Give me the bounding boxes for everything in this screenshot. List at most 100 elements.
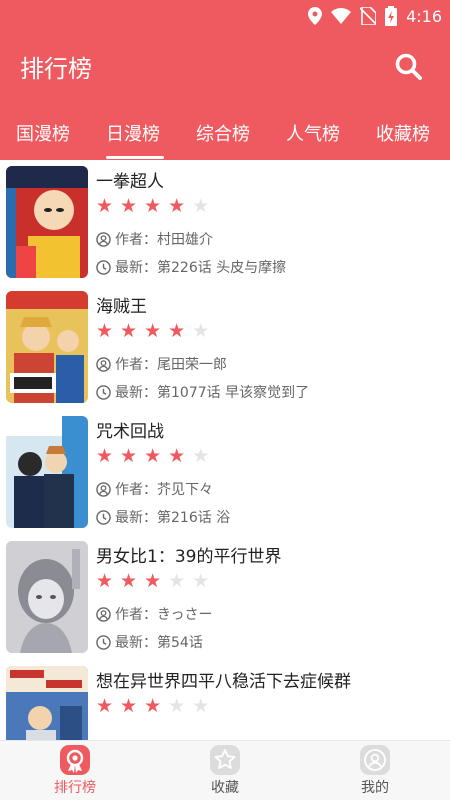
clock-icon: [96, 259, 111, 275]
star-empty-icon: ★: [192, 445, 210, 467]
wifi-icon: [331, 8, 352, 24]
comic-item[interactable]: 想在异世界四平八稳活下去症候群 ★ ★ ★ ★ ★: [0, 660, 450, 740]
tab-shoucang[interactable]: 收藏榜: [376, 120, 430, 146]
comic-item[interactable]: 一拳超人 ★ ★ ★ ★ ★ 作者： 村田雄介 最新： 第226话 头皮与摩擦: [0, 160, 450, 285]
comic-author: 作者： きっさー: [96, 604, 212, 624]
star-filled-icon: ★: [120, 320, 138, 342]
comic-item[interactable]: 咒术回战 ★ ★ ★ ★ ★ 作者： 芥见下々 最新： 第216话 浴: [0, 410, 450, 535]
comic-item[interactable]: 海贼王 ★ ★ ★ ★ ★ 作者： 尾田荣一郎 最新： 第1077话 早该察觉到…: [0, 285, 450, 410]
comic-title[interactable]: 海贼王: [96, 292, 147, 317]
star-empty-icon: ★: [168, 570, 186, 592]
nav-ranking[interactable]: 排行榜: [0, 741, 150, 800]
clock-icon: [96, 634, 111, 650]
user-icon: [360, 745, 390, 775]
star-empty-icon: ★: [168, 695, 186, 717]
star-filled-icon: ★: [144, 570, 162, 592]
author-name: きっさー: [157, 607, 213, 623]
nav-favorites[interactable]: 收藏: [150, 741, 300, 800]
rating-stars: ★ ★ ★ ★ ★: [96, 569, 209, 593]
star-filled-icon: ★: [144, 695, 162, 717]
latest-chapter: 第226话 头皮与摩擦: [157, 260, 287, 276]
star-empty-icon: ★: [192, 195, 210, 217]
latest-prefix: 最新：: [115, 635, 157, 651]
status-bar: 4:16: [0, 0, 450, 32]
category-tabs: 国漫榜 日漫榜 综合榜 人气榜 收藏榜: [0, 102, 450, 160]
comic-author: 作者： 尾田荣一郎: [96, 354, 227, 374]
search-button[interactable]: [394, 52, 424, 82]
comic-item[interactable]: 男女比1：39的平行世界 ★ ★ ★ ★ ★ 作者： きっさー 最新： 第54话: [0, 535, 450, 660]
clock-icon: [96, 509, 111, 525]
status-time: 4:16: [406, 6, 442, 26]
latest-chapter: 第1077话 早该察觉到了: [157, 385, 310, 401]
nav-label: 排行榜: [54, 780, 96, 796]
comic-author: 作者： 芥见下々: [96, 479, 213, 499]
user-circle-icon: [96, 481, 111, 497]
clock-icon: [96, 384, 111, 400]
comic-title[interactable]: 咒术回战: [96, 417, 164, 442]
author-prefix: 作者：: [115, 232, 157, 248]
battery-charging-icon: [385, 6, 398, 26]
comic-cover[interactable]: [6, 291, 88, 403]
user-circle-icon: [96, 231, 111, 247]
comic-author: 作者： 村田雄介: [96, 229, 213, 249]
comic-cover[interactable]: [6, 666, 88, 740]
latest-chapter: 第54话: [157, 635, 203, 651]
star-empty-icon: ★: [192, 695, 210, 717]
star-filled-icon: ★: [96, 320, 114, 342]
nav-label: 我的: [361, 780, 389, 796]
comic-title[interactable]: 男女比1：39的平行世界: [96, 542, 281, 567]
star-filled-icon: ★: [168, 320, 186, 342]
comic-cover[interactable]: [6, 416, 88, 528]
star-filled-icon: ★: [96, 570, 114, 592]
rating-stars: ★ ★ ★ ★ ★: [96, 694, 209, 718]
star-filled-icon: ★: [144, 320, 162, 342]
latest-prefix: 最新：: [115, 510, 157, 526]
star-empty-icon: ★: [192, 570, 210, 592]
star-filled-icon: ★: [96, 445, 114, 467]
comic-title[interactable]: 想在异世界四平八稳活下去症候群: [96, 667, 351, 692]
rating-stars: ★ ★ ★ ★ ★: [96, 194, 209, 218]
tab-riman[interactable]: 日漫榜: [106, 120, 160, 146]
nav-profile[interactable]: 我的: [300, 741, 450, 800]
comic-cover[interactable]: [6, 541, 88, 653]
user-circle-icon: [96, 606, 111, 622]
search-icon: [395, 53, 422, 80]
latest-prefix: 最新：: [115, 385, 157, 401]
author-prefix: 作者：: [115, 607, 157, 623]
star-filled-icon: ★: [120, 445, 138, 467]
comic-cover[interactable]: [6, 166, 88, 278]
star-filled-icon: ★: [120, 695, 138, 717]
star-filled-icon: ★: [144, 195, 162, 217]
latest-prefix: 最新：: [115, 260, 157, 276]
comic-latest: 最新： 第226话 头皮与摩擦: [96, 257, 286, 277]
star-filled-icon: ★: [168, 445, 186, 467]
star-filled-icon: ★: [120, 195, 138, 217]
comic-list[interactable]: 一拳超人 ★ ★ ★ ★ ★ 作者： 村田雄介 最新： 第226话 头皮与摩擦: [0, 160, 450, 740]
status-icons: 4:16: [308, 5, 442, 27]
user-circle-icon: [96, 356, 111, 372]
author-prefix: 作者：: [115, 482, 157, 498]
rating-stars: ★ ★ ★ ★ ★: [96, 444, 209, 468]
star-empty-icon: ★: [192, 320, 210, 342]
tab-zonghe[interactable]: 综合榜: [196, 120, 250, 146]
tab-guoman[interactable]: 国漫榜: [16, 120, 70, 146]
no-sim-icon: [360, 7, 377, 25]
star-filled-icon: ★: [120, 570, 138, 592]
comic-title[interactable]: 一拳超人: [96, 167, 164, 192]
bottom-nav: 排行榜 收藏 我的: [0, 740, 450, 800]
star-filled-icon: ★: [144, 445, 162, 467]
page-title: 排行榜: [20, 55, 92, 83]
comic-latest: 最新： 第54话: [96, 632, 203, 652]
tab-active-indicator: [106, 156, 164, 159]
app-bar: 排行榜: [0, 32, 450, 102]
location-icon: [308, 7, 323, 25]
comic-latest: 最新： 第216话 浴: [96, 507, 230, 527]
tab-renqi[interactable]: 人气榜: [286, 120, 340, 146]
star-icon: [210, 745, 240, 775]
nav-label: 收藏: [211, 780, 239, 796]
author-name: 芥见下々: [157, 482, 213, 498]
author-name: 尾田荣一郎: [157, 357, 227, 373]
author-name: 村田雄介: [157, 232, 213, 248]
star-filled-icon: ★: [168, 195, 186, 217]
author-prefix: 作者：: [115, 357, 157, 373]
